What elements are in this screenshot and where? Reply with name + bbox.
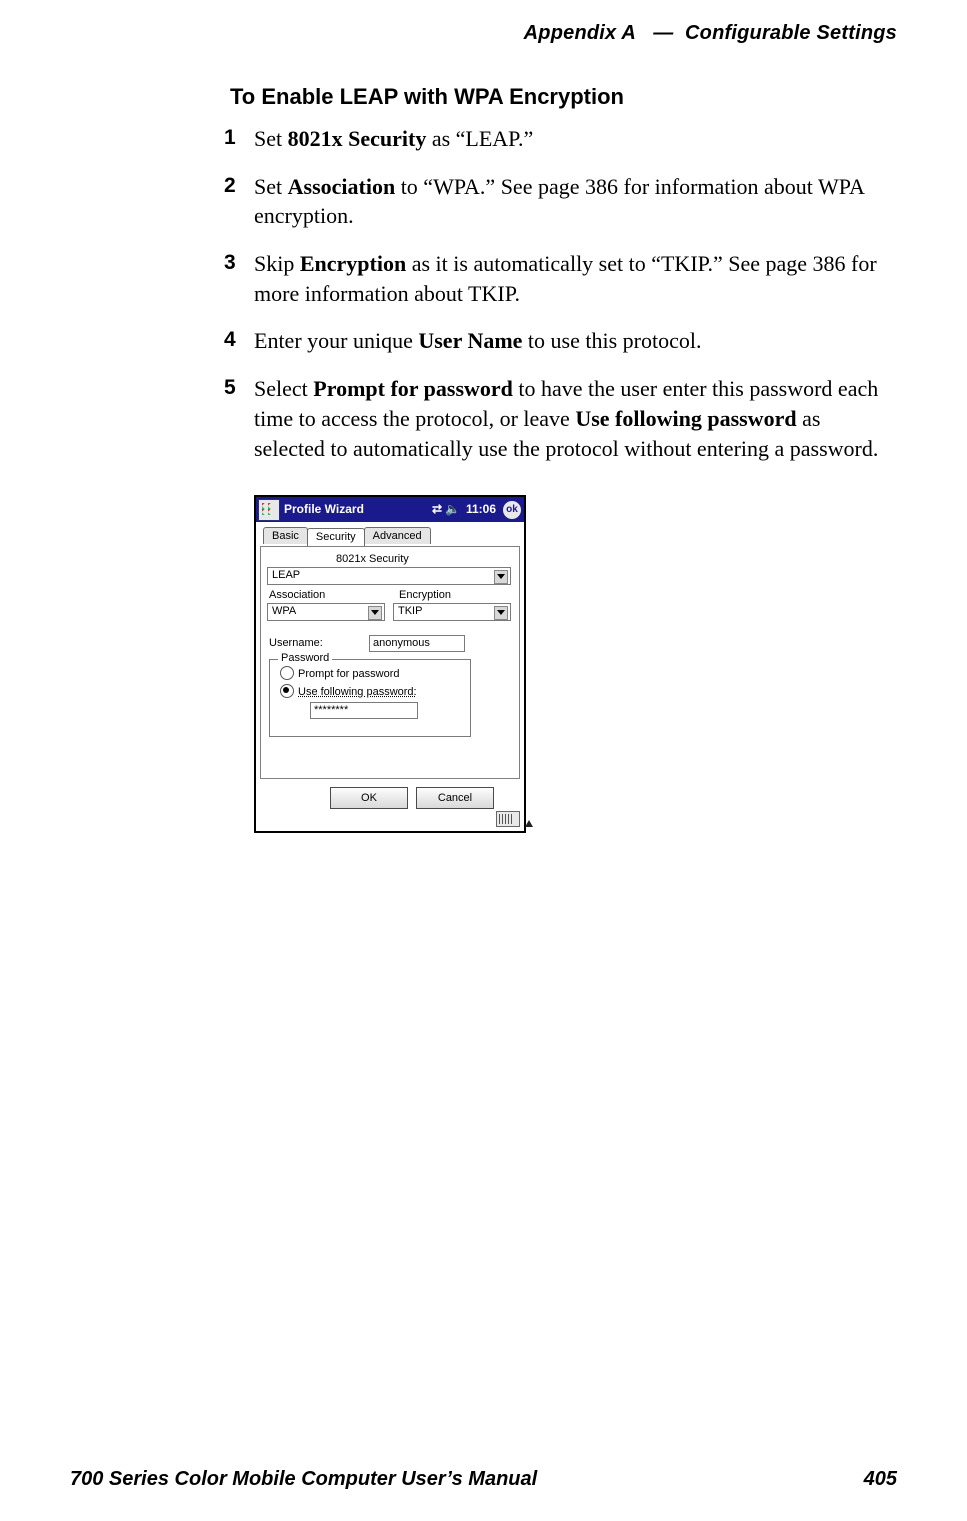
radio-label: Use following password: [298,686,417,698]
group-legend: Password [278,652,332,664]
window-title: Profile Wizard [284,502,364,516]
tab-security[interactable]: Security [307,528,365,546]
step-bold: Association [288,174,396,199]
footer-manual-title: 700 Series Color Mobile Computer User’s … [70,1468,537,1491]
step-text: Set [254,126,288,151]
dropdown-8021x-security[interactable]: LEAP [267,567,511,585]
step-text: Set [254,174,288,199]
step-number: 4 [224,326,236,354]
step-number: 1 [224,124,236,152]
step-text: to use this protocol. [522,328,701,353]
step-text: Enter your unique [254,328,418,353]
start-icon[interactable] [258,499,280,521]
dropdown-value: TKIP [398,605,422,617]
step-number: 2 [224,172,236,200]
tab-bar: BasicSecurityAdvanced [263,527,430,545]
chevron-down-icon [368,606,382,620]
cancel-button[interactable]: Cancel [416,787,494,809]
input-value: ******** [314,704,348,716]
step-bold: Encryption [300,251,406,276]
step-5: 5 Select Prompt for password to have the… [230,374,895,481]
screenshot-profile-wizard: Profile Wizard ⇄ 🔈 11:06 ok BasicSecurit… [254,495,526,833]
keyboard-icon[interactable] [496,811,520,827]
chevron-down-icon [494,606,508,620]
chevron-up-icon [525,820,533,827]
content-body: To Enable LEAP with WPA Encryption 1 Set… [230,80,895,833]
label-association: Association [269,589,325,601]
step-bold: User Name [418,328,522,353]
step-3: 3 Skip Encryption as it is automatically… [230,249,895,326]
titlebar: Profile Wizard ⇄ 🔈 11:06 ok [256,497,524,522]
dropdown-value: LEAP [272,569,300,581]
tab-basic[interactable]: Basic [263,527,308,544]
footer-page-number: 405 [864,1468,897,1491]
tab-advanced[interactable]: Advanced [364,527,431,544]
header-appendix: Appendix A [524,22,636,44]
running-footer: 700 Series Color Mobile Computer User’s … [70,1468,897,1491]
step-2: 2 Set Association to “WPA.” See page 386… [230,172,895,249]
ok-close-button[interactable]: ok [503,501,521,519]
input-username[interactable]: anonymous [369,635,465,652]
groupbox-password: Password Prompt for password Use followi… [269,659,471,737]
header-section: Configurable Settings [685,22,897,44]
step-number: 3 [224,249,236,277]
step-number: 5 [224,374,236,402]
step-text: Skip [254,251,300,276]
speaker-icon: 🔈 [445,502,460,516]
ok-button[interactable]: OK [330,787,408,809]
section-title: To Enable LEAP with WPA Encryption [230,84,895,110]
dropdown-encryption[interactable]: TKIP [393,603,511,621]
step-bold: Prompt for password [313,376,513,401]
step-list: 1 Set 8021x Security as “LEAP.” 2 Set As… [230,124,895,481]
tab-panel: 8021x Security LEAP Association WPA Encr… [260,546,520,779]
signal-icon: ⇄ [432,502,442,516]
header-dash: — [653,22,673,44]
step-bold: Use following password [575,406,796,431]
step-1: 1 Set 8021x Security as “LEAP.” [230,124,895,172]
input-password[interactable]: ******** [310,702,418,719]
radio-use-following-password[interactable]: Use following password: [280,684,417,698]
radio-icon [280,684,294,698]
step-bold: 8021x Security [288,126,427,151]
clock: 11:06 [466,502,496,516]
step-text: Select [254,376,313,401]
dropdown-value: WPA [272,605,296,617]
running-header: Appendix A — Configurable Settings [524,22,897,45]
radio-prompt-for-password[interactable]: Prompt for password [280,666,399,680]
radio-icon [280,666,294,680]
document-page: Appendix A — Configurable Settings To En… [0,0,967,1521]
label-8021x-security: 8021x Security [336,553,409,565]
radio-label: Prompt for password [298,668,399,680]
dropdown-association[interactable]: WPA [267,603,385,621]
step-text: as “LEAP.” [426,126,533,151]
label-encryption: Encryption [399,589,451,601]
label-username: Username: [269,637,323,649]
chevron-down-icon [494,570,508,584]
input-value: anonymous [373,637,430,649]
step-4: 4 Enter your unique User Name to use thi… [230,326,895,374]
